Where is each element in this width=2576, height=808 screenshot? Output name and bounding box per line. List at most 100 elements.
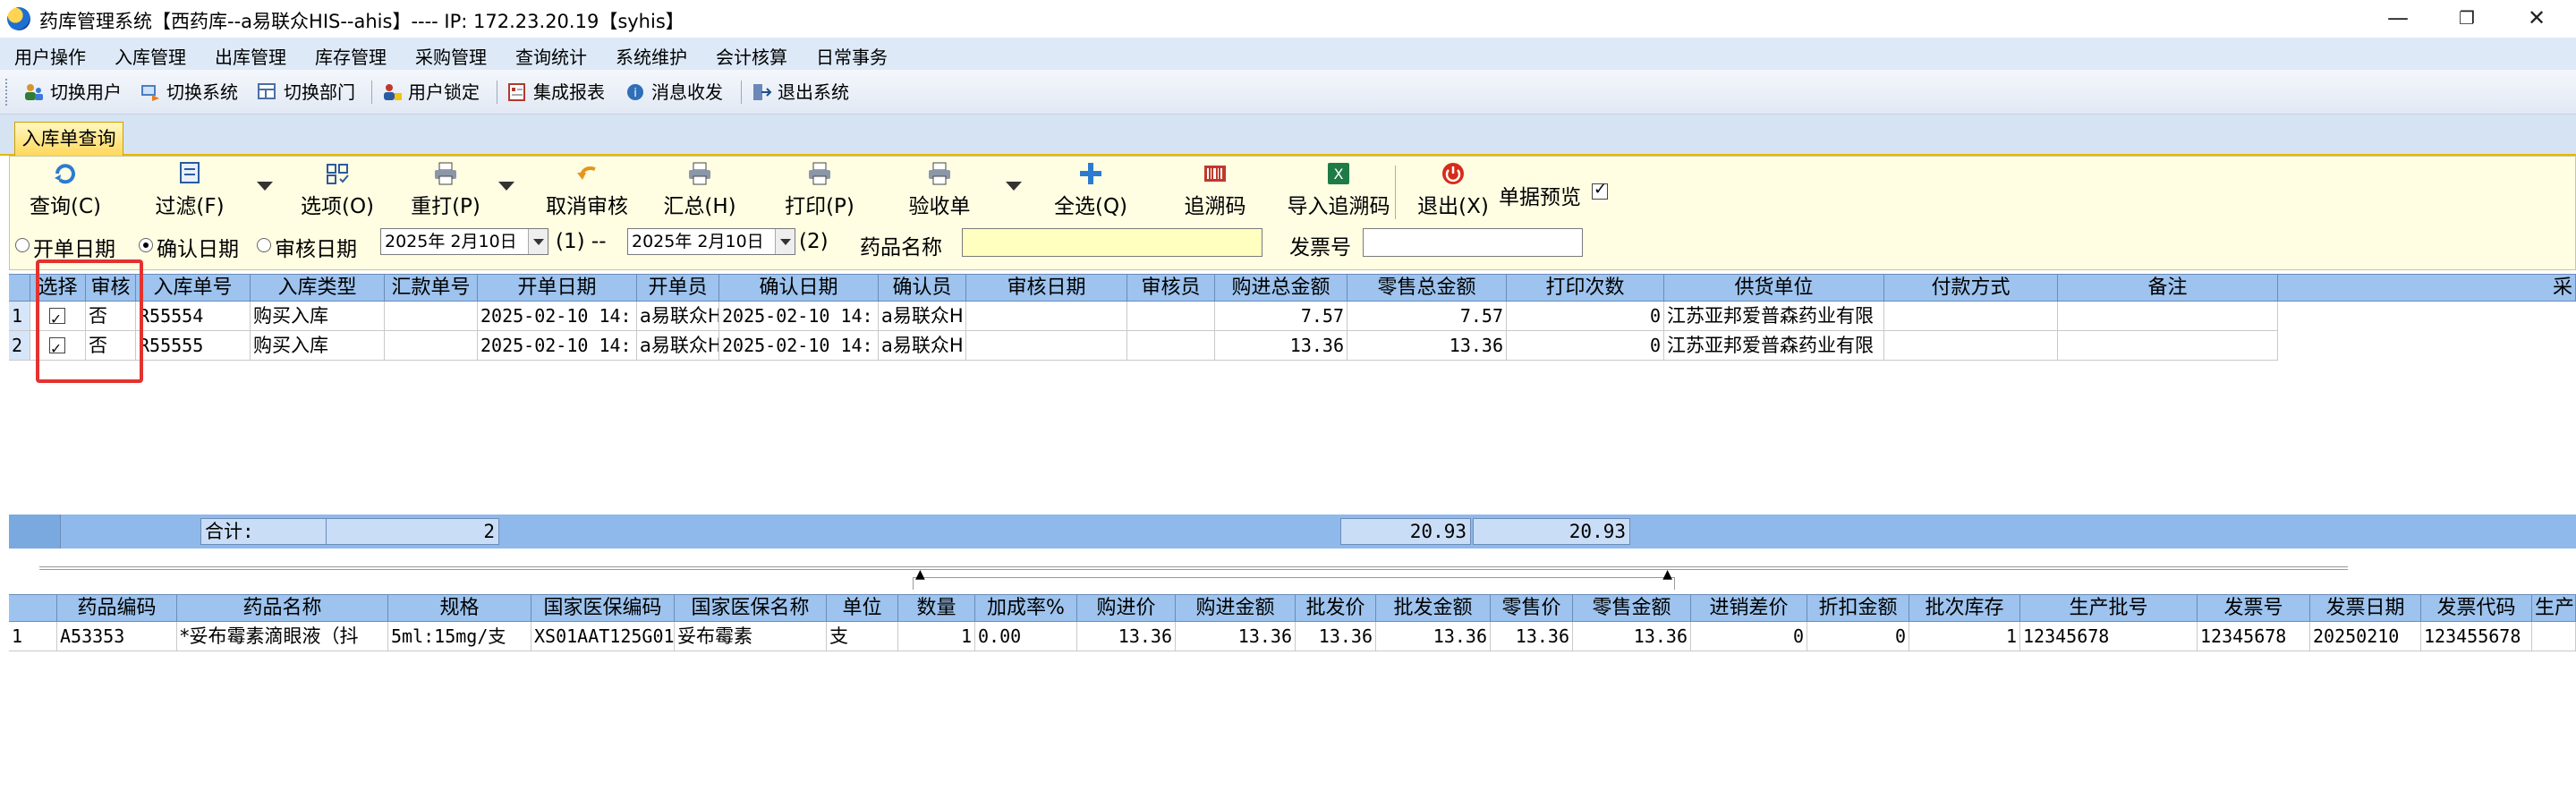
select-all-button[interactable]: 全选(Q): [1050, 160, 1132, 219]
reprint-button[interactable]: 重打(P): [405, 160, 486, 219]
menu-outbound[interactable]: 出库管理: [215, 43, 286, 69]
tab-inbound-query[interactable]: 入库单查询: [14, 122, 123, 156]
date-from-picker[interactable]: 2025年 2月10日: [380, 228, 548, 255]
header-insurance-code[interactable]: 国家医保编码: [531, 595, 675, 622]
summary-retail-total: 20.93: [1473, 518, 1630, 545]
header-discount[interactable]: 折扣金额: [1807, 595, 1909, 622]
header-type[interactable]: 入库类型: [251, 275, 385, 302]
report-button[interactable]: 集成报表: [503, 79, 605, 106]
header-order-no[interactable]: 入库单号: [136, 275, 251, 302]
table-row[interactable]: 1 否 R55554 购买入库 2025-02-10 14: a易联众H 202…: [9, 302, 2576, 331]
cancel-audit-button[interactable]: 取消审核: [533, 160, 641, 219]
invoice-input[interactable]: [1363, 228, 1583, 257]
menu-accounting[interactable]: 会计核算: [716, 43, 787, 69]
switch-system-button[interactable]: 切换系统: [136, 79, 238, 106]
header-open-date[interactable]: 开单日期: [478, 275, 637, 302]
radio-audit-date[interactable]: 审核日期: [257, 232, 357, 262]
menu-query-stats[interactable]: 查询统计: [515, 43, 587, 69]
menu-inbound[interactable]: 入库管理: [115, 43, 186, 69]
header-remit-no[interactable]: 汇款单号: [385, 275, 478, 302]
trace-code-button[interactable]: 追溯码: [1175, 160, 1255, 219]
header-spec[interactable]: 规格: [388, 595, 531, 622]
header-quantity[interactable]: 数量: [898, 595, 975, 622]
radio-confirm-date[interactable]: 确认日期: [139, 232, 239, 262]
header-remark[interactable]: 备注: [2058, 275, 2278, 302]
header-opener[interactable]: 开单员: [637, 275, 719, 302]
toolbar-grip[interactable]: [5, 79, 9, 106]
menu-inventory[interactable]: 库存管理: [315, 43, 387, 69]
filter-button[interactable]: 过滤(F): [151, 160, 228, 219]
header-invoice-date[interactable]: 发票日期: [2310, 595, 2421, 622]
header-wholesale-amount[interactable]: 批发金额: [1376, 595, 1491, 622]
import-trace-button[interactable]: X 导入追溯码: [1271, 160, 1406, 219]
print-label: 打印(P): [785, 195, 854, 218]
report-label: 集成报表: [533, 81, 605, 103]
header-retail-amount[interactable]: 零售金额: [1573, 595, 1691, 622]
header-price-diff[interactable]: 进销差价: [1691, 595, 1807, 622]
radio-open-date[interactable]: 开单日期: [15, 232, 115, 262]
exit-system-button[interactable]: 退出系统: [747, 79, 849, 106]
header-confirm-date[interactable]: 确认日期: [719, 275, 879, 302]
header-print-count[interactable]: 打印次数: [1507, 275, 1664, 302]
insurance-name-cell: 妥布霉素: [675, 622, 827, 651]
header-drug-name[interactable]: 药品名称: [177, 595, 388, 622]
header-auditor[interactable]: 审核员: [1127, 275, 1215, 302]
summary-button[interactable]: 汇总(H): [659, 160, 740, 219]
maximize-button[interactable]: ❐: [2436, 2, 2498, 34]
exit-button[interactable]: 退出(X): [1411, 160, 1495, 219]
acceptance-button[interactable]: 验收单: [903, 160, 976, 219]
collapse-up-icon[interactable]: ▲: [1662, 567, 1672, 582]
header-unit[interactable]: 单位: [827, 595, 898, 622]
header-purchase-price[interactable]: 购进价: [1077, 595, 1176, 622]
options-button[interactable]: 选项(O): [298, 160, 377, 219]
import-trace-label: 导入追溯码: [1287, 195, 1390, 218]
reprint-dropdown-arrow[interactable]: [498, 182, 514, 191]
acceptance-dropdown-arrow[interactable]: [1006, 182, 1022, 191]
switch-dept-button[interactable]: 切换部门: [253, 79, 355, 106]
header-batch-no[interactable]: 生产批号: [2020, 595, 2198, 622]
header-production[interactable]: 生产: [2532, 595, 2576, 622]
calendar-dropdown-icon[interactable]: [528, 229, 548, 254]
preview-label: 单据预览: [1499, 186, 1581, 209]
print-button[interactable]: 打印(P): [779, 160, 860, 219]
header-retail-price[interactable]: 零售价: [1491, 595, 1573, 622]
menu-purchase[interactable]: 采购管理: [415, 43, 487, 69]
pane-splitter[interactable]: [9, 559, 2576, 579]
drug-name-input[interactable]: [962, 228, 1262, 257]
header-confirmer[interactable]: 确认员: [879, 275, 966, 302]
query-button[interactable]: 查询(C): [30, 160, 101, 219]
header-purchase-amount[interactable]: 购进金额: [1176, 595, 1296, 622]
type-cell: 购买入库: [251, 331, 385, 361]
splitter-grip[interactable]: ▲ ▲: [913, 567, 1675, 590]
header-purchase-partial[interactable]: 采: [2278, 275, 2576, 302]
close-button[interactable]: ✕: [2505, 2, 2568, 34]
header-wholesale-price[interactable]: 批发价: [1296, 595, 1376, 622]
header-markup[interactable]: 加成率%: [975, 595, 1077, 622]
detail-row[interactable]: 1 A53353 *妥布霉素滴眼液（抖 5ml:15mg/支 XS01AAT12…: [9, 622, 2576, 651]
header-batch-stock[interactable]: 批次库存: [1909, 595, 2020, 622]
switch-user-button[interactable]: 切换用户: [20, 79, 122, 106]
header-payment[interactable]: 付款方式: [1884, 275, 2058, 302]
menu-daily[interactable]: 日常事务: [816, 43, 888, 69]
header-invoice-no[interactable]: 发票号: [2198, 595, 2310, 622]
message-button[interactable]: i 消息收发: [621, 79, 723, 106]
date-to-picker[interactable]: 2025年 2月10日: [627, 228, 795, 255]
preview-checkbox[interactable]: [1592, 180, 1608, 200]
menu-system-maint[interactable]: 系统维护: [616, 43, 687, 69]
table-row[interactable]: 2 否 R55555 购买入库 2025-02-10 14: a易联众H 202…: [9, 331, 2576, 361]
calendar-dropdown-icon[interactable]: [775, 229, 795, 254]
header-purchase-total[interactable]: 购进总金额: [1215, 275, 1348, 302]
header-retail-total[interactable]: 零售总金额: [1348, 275, 1507, 302]
header-drug-code[interactable]: 药品编码: [57, 595, 177, 622]
filter-label: 过滤(F): [155, 195, 225, 218]
payment-cell: [1884, 302, 2058, 331]
header-invoice-code[interactable]: 发票代码: [2421, 595, 2532, 622]
collapse-up-icon[interactable]: ▲: [915, 567, 925, 582]
lock-user-button[interactable]: 用户锁定: [378, 79, 480, 106]
header-audit-date[interactable]: 审核日期: [966, 275, 1127, 302]
header-insurance-name[interactable]: 国家医保名称: [675, 595, 827, 622]
header-supplier[interactable]: 供货单位: [1664, 275, 1884, 302]
filter-dropdown-arrow[interactable]: [257, 182, 273, 191]
minimize-button[interactable]: —: [2367, 2, 2429, 34]
menu-user-ops[interactable]: 用户操作: [14, 43, 86, 69]
